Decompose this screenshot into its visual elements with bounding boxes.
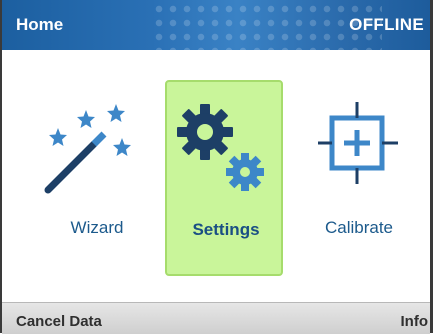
header-dot-pattern <box>152 0 382 50</box>
softkey-bar: Cancel Data Info <box>2 302 430 334</box>
device-screen: Home OFFLINE Wizard Settings Calibrate C… <box>0 0 433 334</box>
settings-tile[interactable]: Settings <box>165 80 283 276</box>
cancel-data-softkey[interactable]: Cancel Data <box>16 313 102 330</box>
info-softkey[interactable]: Info <box>401 313 429 330</box>
connection-status: OFFLINE <box>349 15 424 34</box>
wizard-label: Wizard <box>70 218 124 237</box>
calibrate-tile[interactable]: Calibrate <box>300 80 418 276</box>
magic-wand-icon <box>44 104 131 194</box>
header-bar: Home OFFLINE <box>2 0 430 50</box>
settings-label: Settings <box>192 220 260 239</box>
wizard-tile[interactable]: Wizard <box>38 80 156 276</box>
page-title: Home <box>16 15 64 34</box>
calibrate-label: Calibrate <box>324 218 394 237</box>
crosshair-icon <box>318 102 398 184</box>
gears-icon <box>177 104 264 191</box>
